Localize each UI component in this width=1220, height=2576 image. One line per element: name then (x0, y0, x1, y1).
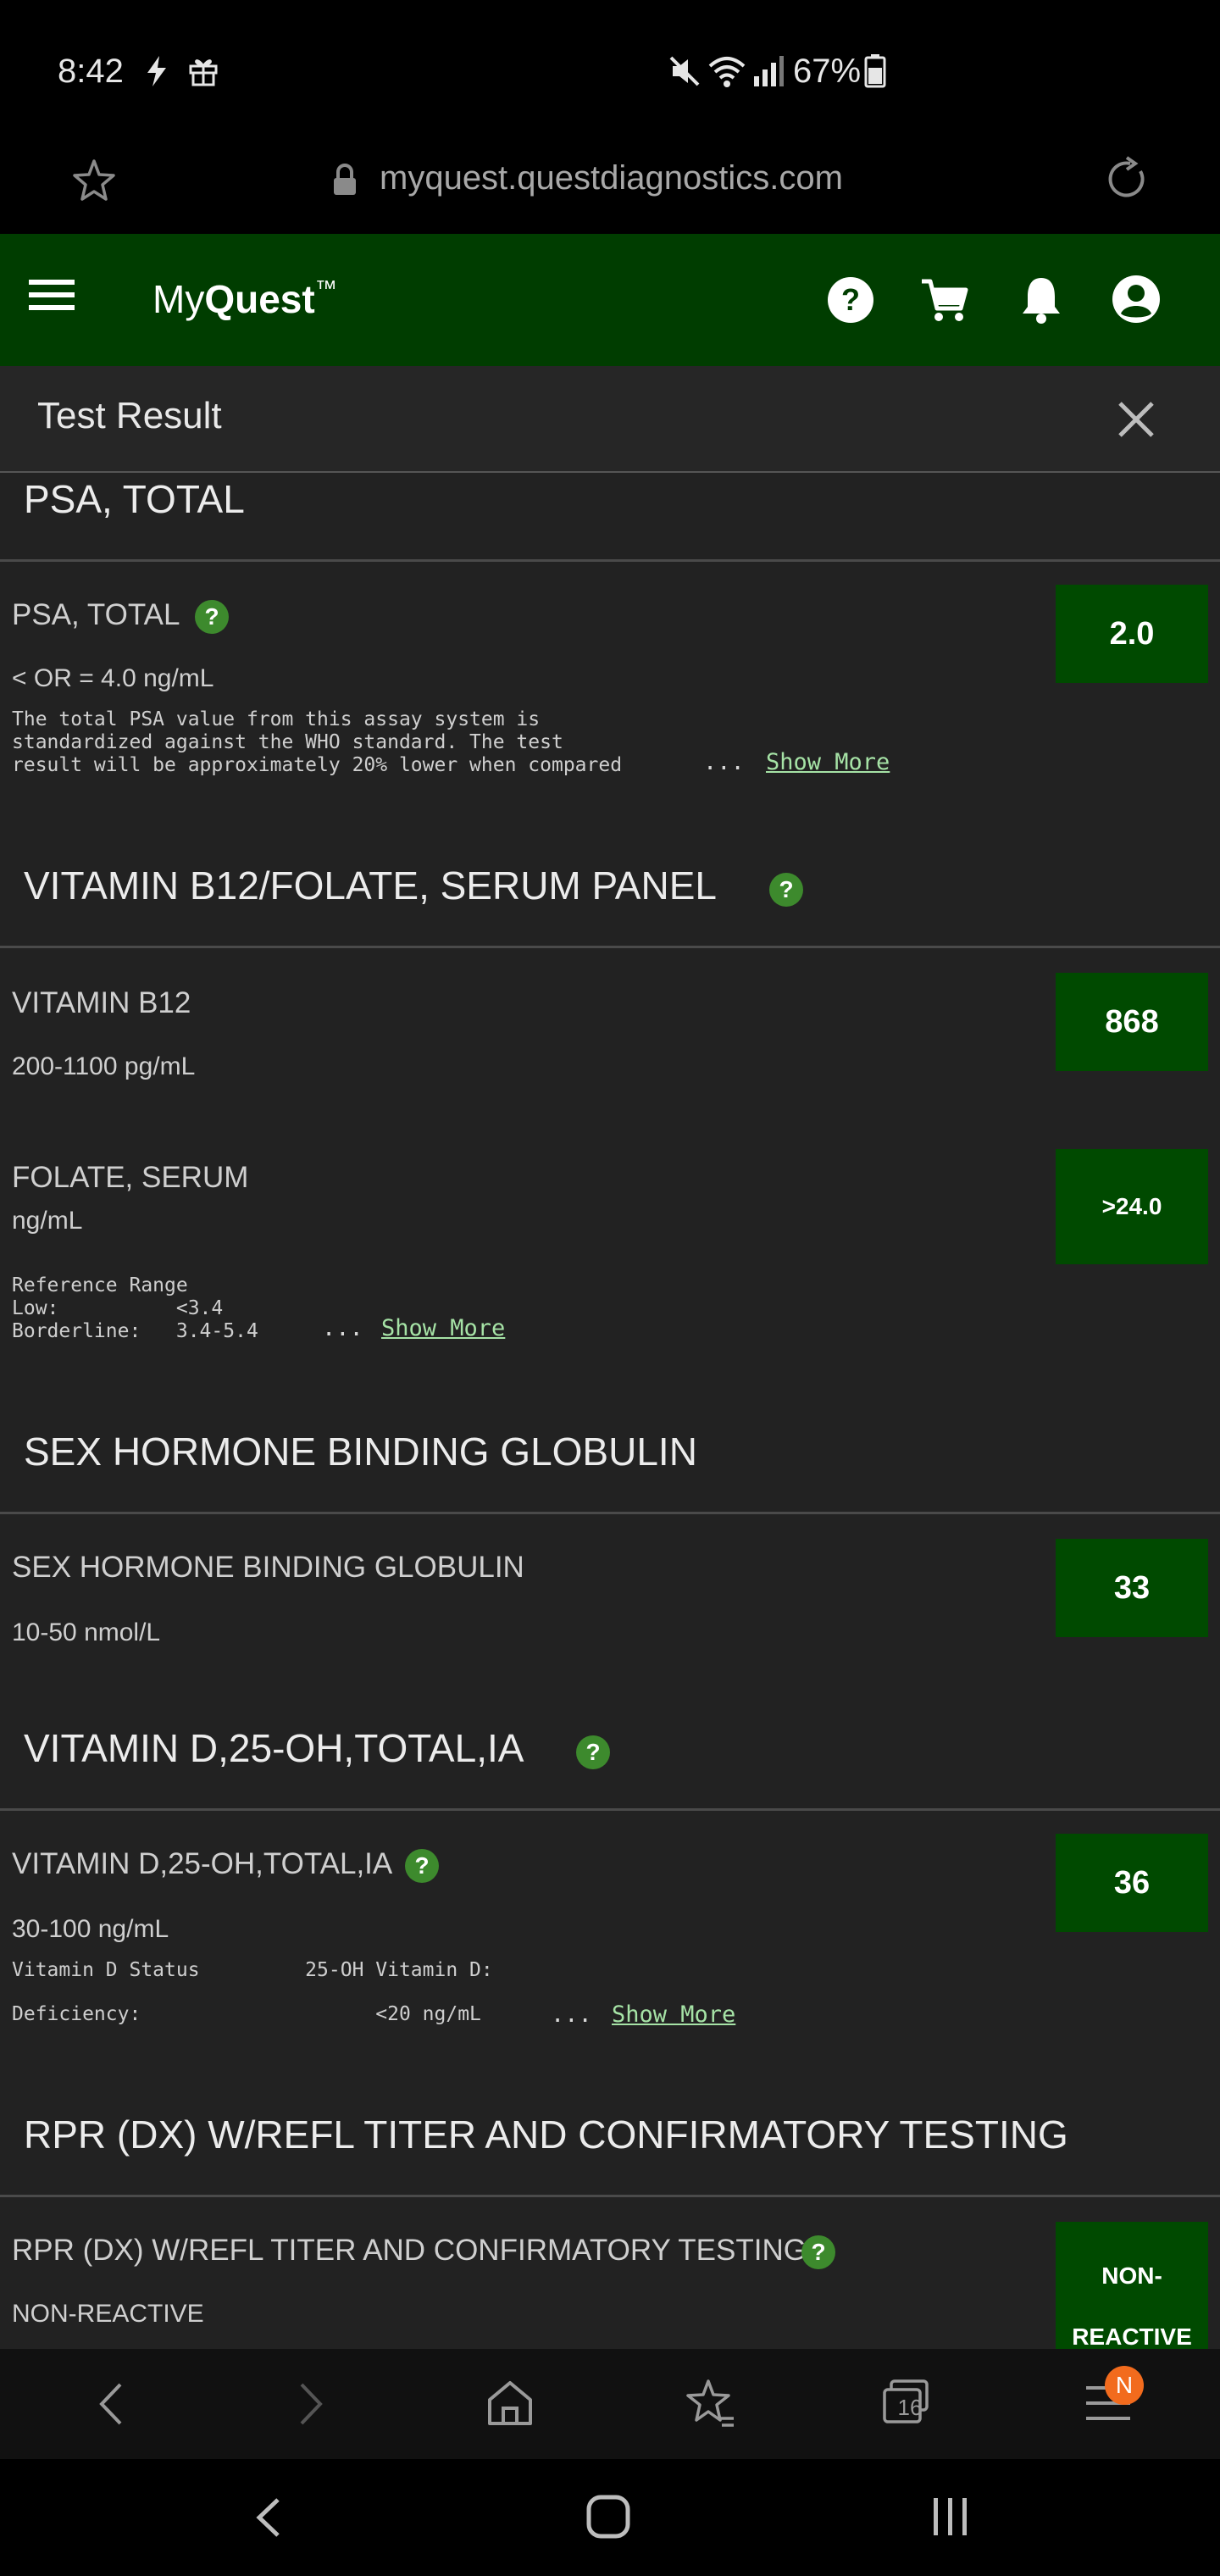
browser-bottom-nav: 16 N (0, 2349, 1220, 2459)
hamburger-menu-icon[interactable] (29, 278, 75, 316)
bookmarks-icon[interactable] (685, 2378, 735, 2433)
reload-icon[interactable] (1101, 154, 1151, 208)
result-value-rpr: NON- REACTIVE (1056, 2222, 1208, 2349)
help-icon-vitamin-d-test[interactable]: ? (405, 1849, 439, 1883)
forward-icon[interactable] (293, 2381, 327, 2431)
test-result-header: Test Result (0, 366, 1220, 473)
result-value-shbg: 33 (1056, 1539, 1208, 1637)
svg-text:?: ? (841, 282, 860, 317)
test-name-rpr: RPR (DX) W/REFL TITER AND CONFIRMATORY T… (12, 2234, 807, 2267)
system-back-icon[interactable] (254, 2496, 283, 2543)
help-icon-b12-folate[interactable]: ? (769, 873, 803, 907)
help-icon-psa[interactable]: ? (195, 600, 229, 634)
help-icon-rpr[interactable]: ? (801, 2235, 835, 2269)
reference-range-b12: 200-1100 pg/mL (12, 1052, 196, 1080)
note-vitamin-d-line1: Vitamin D Status 25-OH Vitamin D: (12, 1959, 493, 1981)
reference-range-vitamin-d: 30-100 ng/mL (12, 1915, 169, 1943)
divider (0, 1512, 1220, 1514)
system-home-icon[interactable] (586, 2495, 630, 2543)
system-recents-icon[interactable] (932, 2495, 969, 2543)
test-name-b12: VITAMIN B12 (12, 986, 191, 1019)
show-more-vitamin-d[interactable]: Show More (612, 2001, 735, 2028)
battery-percent: 67% (793, 53, 862, 90)
note-folate: Reference Range Low: <3.4 Borderline: 3.… (12, 1274, 258, 1342)
status-bar: 8:42 67% (0, 0, 1220, 144)
system-nav-bar (0, 2459, 1220, 2576)
help-icon-vitamin-d[interactable]: ? (576, 1735, 610, 1769)
test-name-shbg: SEX HORMONE BINDING GLOBULIN (12, 1551, 524, 1584)
test-name-psa: PSA, TOTAL (12, 598, 180, 631)
signal-icon (751, 54, 785, 92)
reference-range-psa: < OR = 4.0 ng/mL (12, 664, 214, 692)
result-value-b12: 868 (1056, 973, 1208, 1071)
reference-range-shbg: 10-50 nmol/L (12, 1618, 161, 1646)
divider (0, 2195, 1220, 2197)
battery-icon (864, 54, 886, 92)
section-title-rpr: RPR (DX) W/REFL TITER AND CONFIRMATORY T… (24, 2112, 1068, 2157)
ellipsis-vitamin-d: ... (551, 2001, 592, 2028)
tabs-count: 16 (897, 2395, 923, 2420)
ellipsis-psa: ... (703, 749, 745, 775)
home-icon[interactable] (486, 2379, 534, 2431)
section-title-shbg: SEX HORMONE BINDING GLOBULIN (24, 1430, 697, 1474)
notification-badge: N (1105, 2366, 1144, 2405)
app-header: MyQuest™ ? (0, 234, 1220, 366)
divider (0, 1808, 1220, 1811)
result-value-rpr-line2: REACTIVE (1072, 2323, 1192, 2349)
wifi-icon (708, 54, 746, 92)
logo-quest: Quest (204, 277, 315, 321)
mute-icon (668, 54, 702, 92)
lock-icon (330, 163, 359, 201)
section-title-vitamin-d: VITAMIN D,25-OH,TOTAL,IA (24, 1726, 524, 1770)
notification-bell-icon[interactable] (1020, 275, 1062, 328)
charging-bolt-icon (144, 54, 169, 92)
gift-icon (188, 54, 219, 92)
unit-folate: ng/mL (12, 1207, 83, 1235)
test-name-vitamin-d: VITAMIN D,25-OH,TOTAL,IA (12, 1847, 393, 1880)
myquest-logo[interactable]: MyQuest™ (152, 275, 337, 322)
test-name-folate: FOLATE, SERUM (12, 1161, 249, 1194)
result-text-rpr: NON-REACTIVE (12, 2300, 204, 2328)
url-text[interactable]: myquest.questdiagnostics.com (380, 159, 843, 197)
result-value-vitamin-d: 36 (1056, 1834, 1208, 1932)
bookmark-star-icon[interactable] (71, 158, 117, 208)
divider (0, 946, 1220, 948)
show-more-folate[interactable]: Show More (381, 1315, 505, 1341)
browser-url-bar: myquest.questdiagnostics.com (0, 136, 1220, 233)
account-icon[interactable] (1112, 275, 1161, 328)
page-title: Test Result (37, 395, 222, 436)
result-value-psa: 2.0 (1056, 585, 1208, 683)
section-title-b12-folate: VITAMIN B12/FOLATE, SERUM PANEL (24, 863, 717, 908)
cart-icon[interactable] (920, 276, 969, 330)
back-icon[interactable] (95, 2381, 129, 2431)
show-more-psa[interactable]: Show More (766, 749, 890, 775)
note-vitamin-d-line2: Deficiency: <20 ng/mL (12, 2003, 481, 2025)
close-icon[interactable] (1117, 400, 1156, 443)
ellipsis-folate: ... (322, 1315, 363, 1341)
status-time: 8:42 (58, 53, 124, 90)
results-list[interactable]: PSA, TOTAL PSA, TOTAL ? < OR = 4.0 ng/mL… (0, 473, 1220, 2349)
result-value-rpr-line1: NON- (1101, 2262, 1162, 2289)
logo-my: My (152, 277, 205, 321)
help-icon[interactable]: ? (827, 276, 874, 328)
result-value-folate: >24.0 (1056, 1149, 1208, 1264)
divider (0, 559, 1220, 562)
section-title-psa: PSA, TOTAL (24, 477, 245, 521)
logo-tm: ™ (314, 275, 337, 301)
note-psa: The total PSA value from this assay syst… (12, 708, 623, 776)
